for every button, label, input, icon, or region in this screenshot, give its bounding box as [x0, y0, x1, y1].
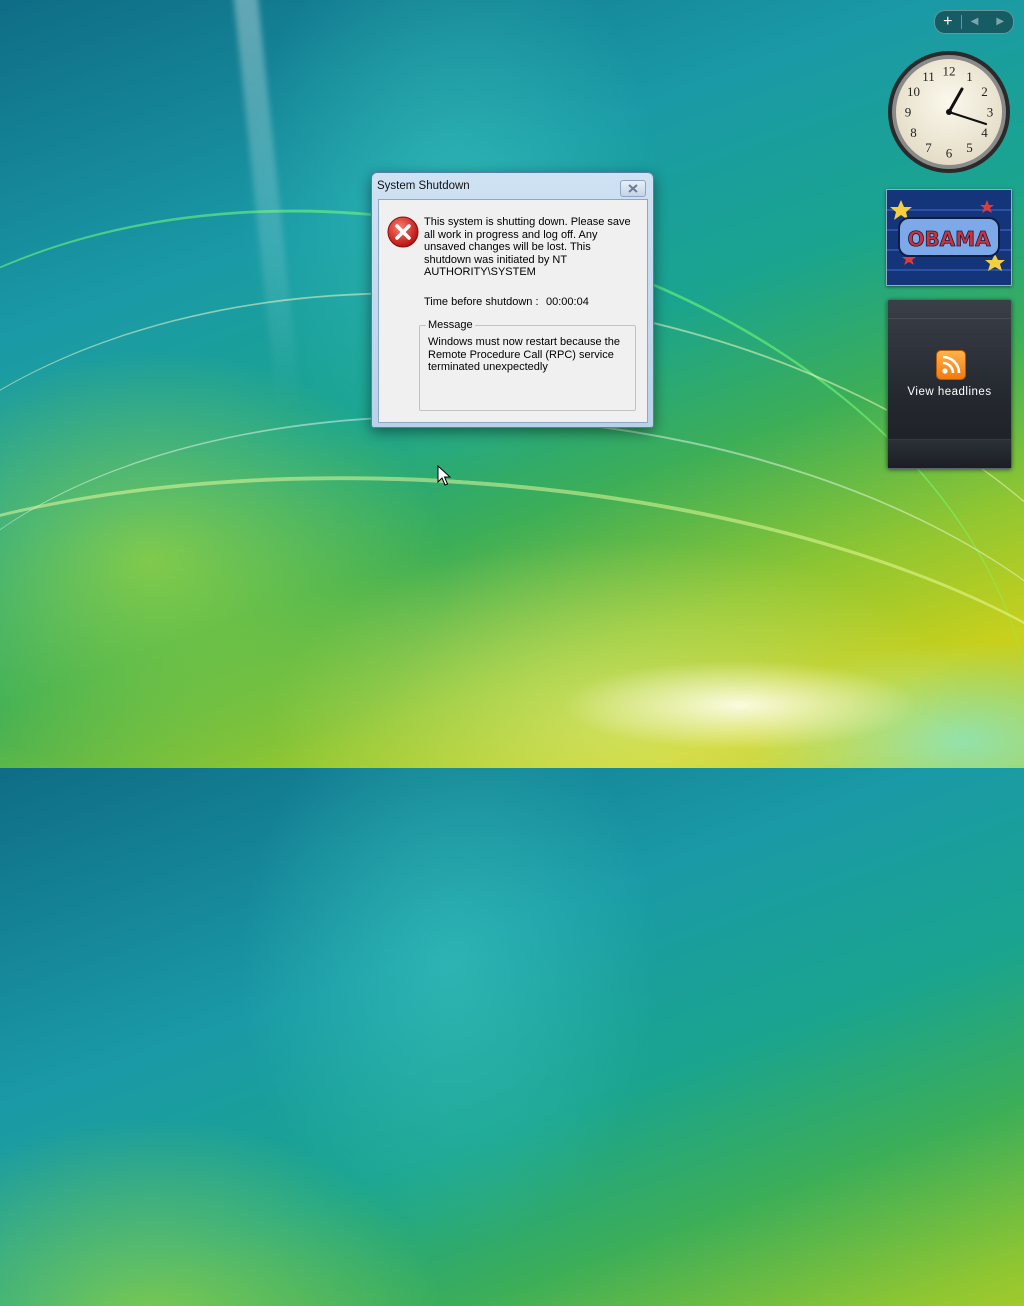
clock-numeral: 11 [922, 69, 935, 84]
clock-numeral: 10 [907, 84, 920, 99]
slideshow-image: OBAMA [887, 190, 1011, 285]
close-button[interactable] [620, 180, 646, 197]
sidebar-controls: + ◀ ▶ [934, 10, 1014, 34]
clock-numeral: 5 [966, 140, 973, 155]
countdown-value: 00:00:04 [546, 296, 589, 308]
countdown-label: Time before shutdown : [424, 296, 539, 308]
dialog-body: This system is shutting down. Please sav… [378, 199, 648, 423]
message-groupbox: Message Windows must now restart because… [419, 319, 636, 411]
message-group-label: Message [426, 319, 475, 331]
close-icon [628, 184, 638, 193]
dialog-title: System Shutdown [377, 180, 470, 192]
plus-icon[interactable]: + [935, 11, 961, 33]
shutdown-message: This system is shutting down. Please sav… [424, 216, 631, 279]
slideshow-gadget[interactable]: OBAMA [886, 189, 1012, 286]
error-icon [387, 216, 419, 248]
clock-numeral: 7 [925, 140, 932, 155]
feed-headlines-gadget[interactable]: View headlines [887, 299, 1012, 469]
clock-numeral: 3 [987, 105, 994, 120]
system-shutdown-dialog: System Shutdown This system is shutting … [371, 172, 654, 428]
chevron-right-icon[interactable]: ▶ [987, 11, 1013, 33]
clock-numeral: 8 [910, 125, 917, 140]
message-group-text: Windows must now restart because the Rem… [428, 336, 620, 374]
clock-numeral: 2 [981, 84, 988, 99]
chevron-left-icon[interactable]: ◀ [962, 11, 988, 33]
countdown: Time before shutdown : 00:00:04 [424, 296, 589, 308]
clock-numeral: 6 [946, 146, 953, 161]
mouse-cursor-icon [437, 465, 451, 486]
view-headlines-label[interactable]: View headlines [888, 386, 1011, 398]
clock-numeral: 4 [981, 125, 988, 140]
rss-icon [936, 350, 966, 380]
clock-numeral: 1 [966, 69, 973, 84]
clock-numeral: 12 [943, 64, 956, 79]
clock-numeral: 9 [905, 105, 912, 120]
slideshow-caption: OBAMA [907, 227, 991, 251]
clock-gadget[interactable]: 12 12 3 45678 9 1011 [886, 49, 1012, 175]
dialog-titlebar[interactable]: System Shutdown [372, 173, 653, 199]
